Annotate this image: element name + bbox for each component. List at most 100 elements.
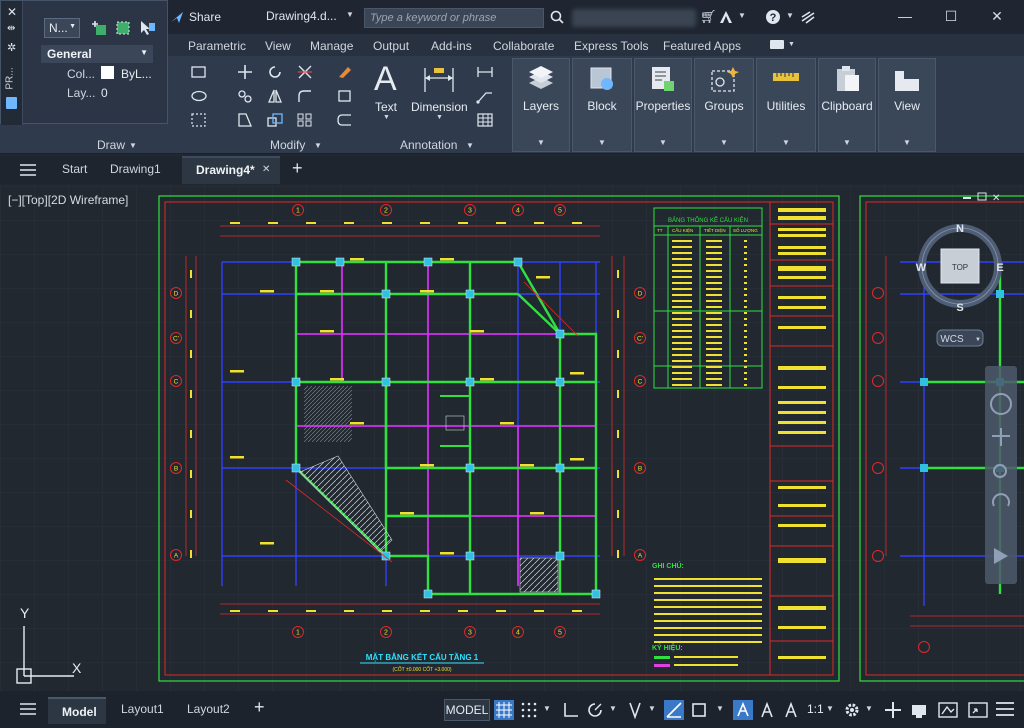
text-icon[interactable]: A — [374, 60, 397, 99]
search-input[interactable]: Type a keyword or phrase — [364, 8, 544, 28]
tab-featured-apps[interactable]: Featured Apps — [663, 39, 741, 53]
layout1-tab[interactable]: Layout1 — [121, 702, 164, 716]
drawing-viewport[interactable]: BẢNG THỐNG KÊ CẤU KIỆN TT CẤU KIỆN TIẾT … — [0, 186, 1024, 691]
tab-drawing1[interactable]: Drawing1 — [110, 162, 161, 176]
ribbon-options-chevron-icon[interactable]: ▼ — [788, 41, 795, 48]
isodraft-icon[interactable] — [626, 701, 644, 719]
isolate-objects-icon[interactable] — [938, 701, 958, 719]
stretch-icon[interactable] — [236, 112, 254, 128]
dimension-button[interactable]: Dimension — [411, 100, 468, 114]
snap-mode-chevron-icon[interactable]: ▼ — [543, 704, 551, 713]
object-snap-chevron-icon[interactable]: ▼ — [716, 704, 724, 713]
isodraft-chevron-icon[interactable]: ▼ — [648, 704, 656, 713]
workspace-gear-icon[interactable] — [843, 701, 861, 719]
search-icon[interactable] — [550, 10, 564, 24]
compass-e[interactable]: E — [996, 262, 1003, 274]
ellipse-icon[interactable] — [190, 88, 208, 104]
color-property-value[interactable]: ByL... — [121, 67, 152, 81]
close-tab-icon[interactable]: ✕ — [262, 164, 270, 175]
layout2-tab[interactable]: Layout2 — [187, 702, 230, 716]
drawing-canvas[interactable]: BẢNG THỐNG KÊ CẤU KIỆN TT CẤU KIỆN TIẾT … — [0, 186, 1024, 691]
polar-chevron-icon[interactable]: ▼ — [609, 704, 617, 713]
compass-n[interactable]: N — [956, 223, 964, 235]
mirror-icon[interactable] — [266, 88, 284, 104]
autoscale-icon[interactable] — [758, 701, 776, 719]
share-icon[interactable] — [170, 10, 184, 24]
offset-icon[interactable] — [336, 112, 354, 128]
quick-select-icon[interactable] — [138, 19, 156, 37]
workspace-chevron-icon[interactable]: ▼ — [865, 704, 873, 713]
table-icon[interactable] — [476, 112, 494, 128]
fillet-icon[interactable] — [296, 88, 314, 104]
model-space-button[interactable]: MODEL — [444, 699, 490, 721]
modify-panel-label[interactable]: Modify — [270, 138, 305, 152]
tab-collaborate[interactable]: Collaborate — [493, 39, 554, 53]
help-icon[interactable]: ? — [765, 9, 781, 25]
object-snap-tracking-icon[interactable] — [664, 700, 684, 720]
array-icon[interactable] — [296, 112, 314, 128]
annotation-panel-chevron-icon[interactable]: ▼ — [466, 141, 474, 150]
ortho-mode-icon[interactable] — [562, 701, 580, 719]
rectangle-icon[interactable] — [190, 64, 208, 80]
navigation-bar[interactable] — [985, 366, 1017, 584]
annotation-scale-chevron-icon[interactable]: ▼ — [826, 704, 834, 713]
ribbon-options-icon[interactable] — [770, 40, 784, 49]
hatch-icon[interactable] — [190, 112, 208, 128]
layout-menu-icon[interactable] — [20, 703, 36, 715]
toggle-pickadd-icon[interactable] — [90, 19, 108, 37]
autodesk-app-icon[interactable] — [718, 9, 734, 25]
compass-s[interactable]: S — [956, 302, 963, 314]
block-button[interactable]: Block ▼ — [572, 58, 632, 152]
palette-close-icon[interactable]: ✕ — [7, 5, 17, 19]
annotation-scale-value[interactable]: 1:1 — [807, 702, 824, 716]
tab-drawing4-active[interactable]: Drawing4* ✕ — [182, 156, 280, 184]
title-dropdown-chevron-icon[interactable]: ▼ — [346, 10, 354, 19]
scale-icon[interactable] — [266, 112, 284, 128]
groups-button[interactable]: Groups ▼ — [694, 58, 754, 152]
cart-icon[interactable]: 🛒︎ — [700, 9, 717, 25]
object-type-dropdown[interactable]: N... ▼ — [44, 18, 80, 38]
annotation-visibility-icon[interactable] — [733, 700, 753, 720]
select-objects-icon[interactable] — [114, 19, 132, 37]
properties-button[interactable]: Properties ▼ — [634, 58, 692, 152]
layer-property-value[interactable]: 0 — [101, 86, 108, 100]
trim-icon[interactable] — [296, 64, 314, 80]
menu-icon[interactable] — [20, 164, 36, 176]
tab-start[interactable]: Start — [62, 162, 87, 176]
annotation-panel-label[interactable]: Annotation — [400, 138, 457, 152]
rotate-icon[interactable] — [266, 64, 284, 80]
tab-add-ins[interactable]: Add-ins — [431, 39, 472, 53]
explode-icon[interactable] — [336, 88, 354, 104]
model-tab[interactable]: Model — [48, 697, 106, 724]
stay-connected-icon[interactable] — [800, 9, 816, 25]
units-icon[interactable] — [910, 701, 928, 719]
draw-panel-label[interactable]: Draw — [97, 138, 125, 152]
compass-w[interactable]: W — [916, 262, 927, 274]
share-button[interactable]: Share — [189, 10, 221, 24]
general-section-header[interactable]: General ▼ — [41, 45, 153, 63]
dimension-dropdown-chevron-icon[interactable]: ▼ — [436, 114, 443, 121]
clipboard-button[interactable]: Clipboard ▼ — [818, 58, 876, 152]
text-button[interactable]: Text — [375, 100, 397, 114]
properties-palette[interactable]: ✕ ⇹ ✲ PR... N... ▼ General ▼ Col... ByL.… — [0, 0, 168, 125]
tab-express-tools[interactable]: Express Tools — [574, 39, 648, 53]
copy-icon[interactable] — [236, 88, 254, 104]
tab-output[interactable]: Output — [373, 39, 409, 53]
minimize-button[interactable]: — — [890, 8, 920, 26]
new-layout-button[interactable]: + — [254, 697, 265, 718]
draw-panel-chevron-icon[interactable]: ▼ — [129, 141, 137, 150]
customization-menu-icon[interactable] — [996, 702, 1014, 716]
autodesk-dropdown-chevron-icon[interactable]: ▼ — [738, 11, 746, 20]
annotation-scale-icon[interactable] — [782, 701, 800, 719]
palette-pin-icon[interactable]: ⇹ — [7, 23, 15, 34]
move-icon[interactable] — [236, 64, 254, 80]
annotation-monitor-icon[interactable] — [884, 701, 902, 719]
close-window-button[interactable]: ✕ — [982, 8, 1012, 26]
tab-manage[interactable]: Manage — [310, 39, 353, 53]
utilities-button[interactable]: Utilities ▼ — [756, 58, 816, 152]
tab-view[interactable]: View — [265, 39, 291, 53]
modify-panel-chevron-icon[interactable]: ▼ — [314, 141, 322, 150]
text-dropdown-chevron-icon[interactable]: ▼ — [383, 114, 390, 121]
palette-quick-icon[interactable] — [6, 97, 17, 109]
maximize-button[interactable]: ☐ — [936, 8, 966, 26]
